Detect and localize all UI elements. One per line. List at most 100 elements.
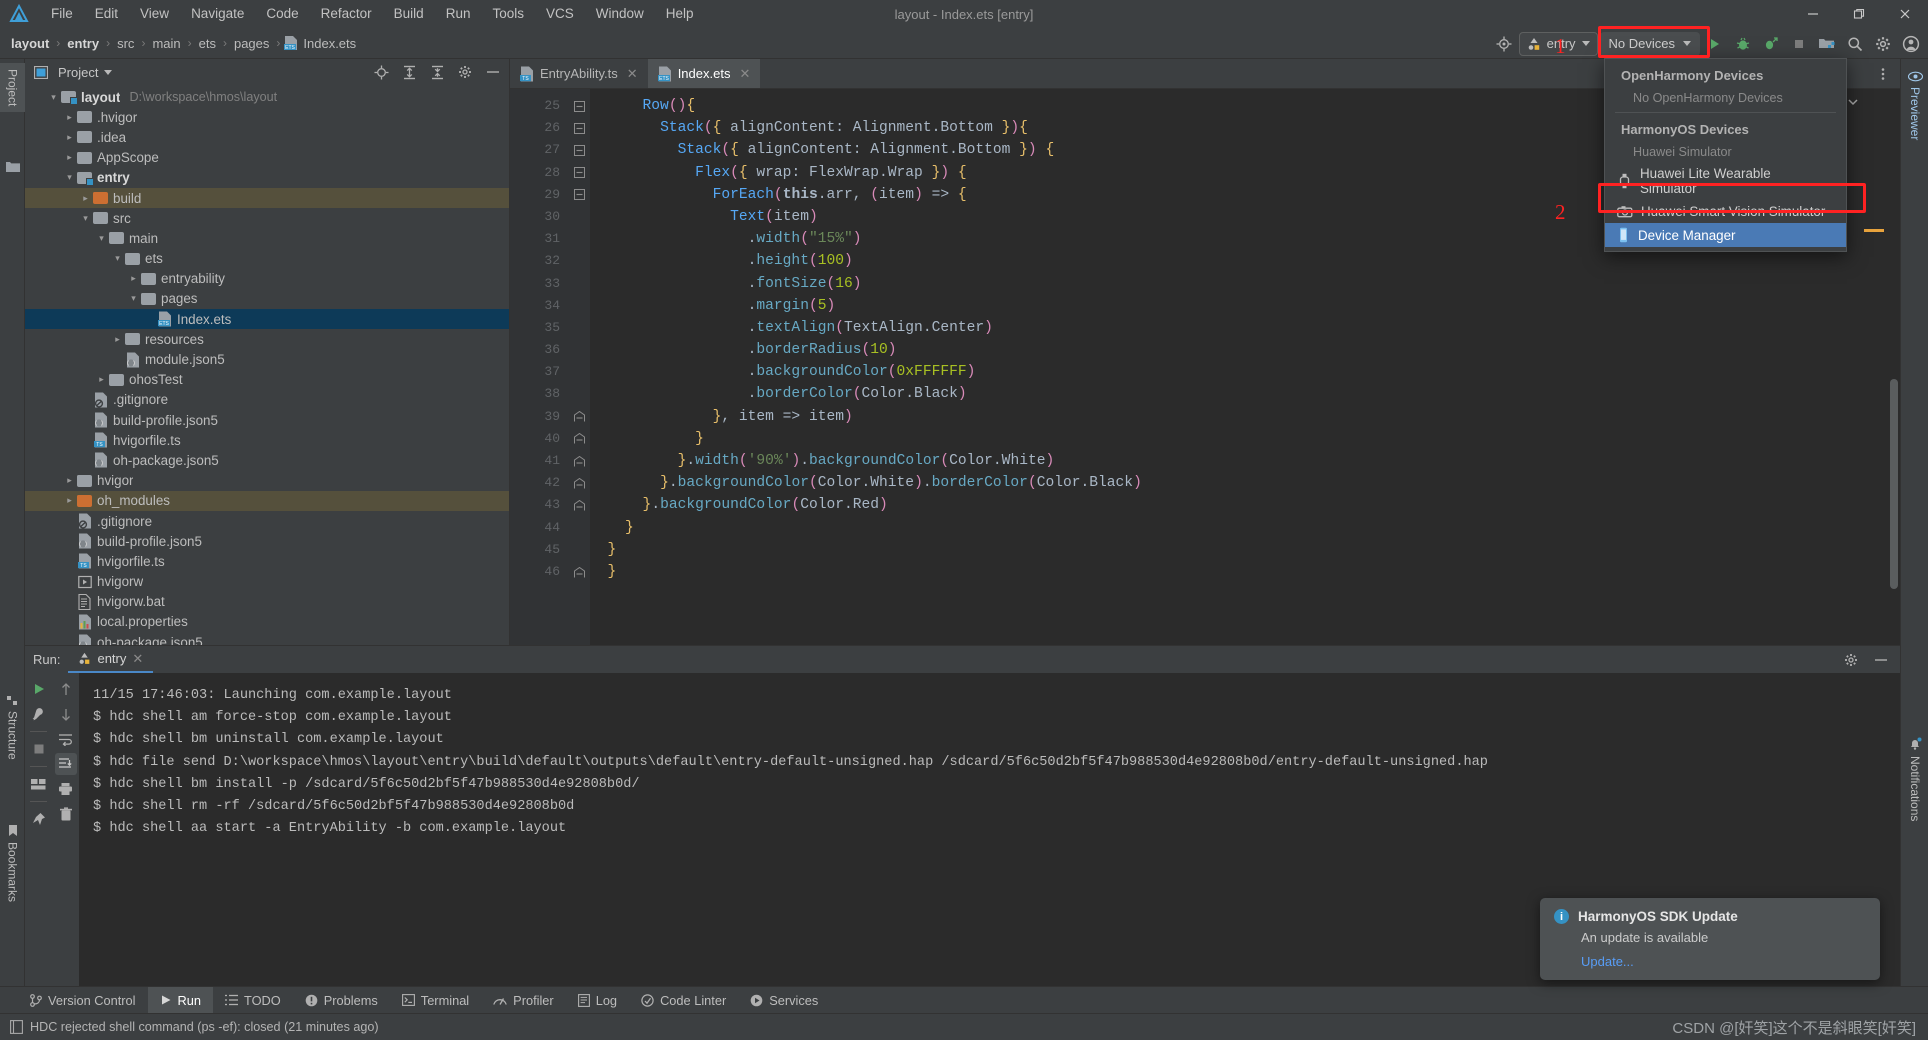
fold-marker-icon[interactable] <box>568 450 590 472</box>
rail-item-notifications[interactable]: Notifications <box>1901 731 1928 827</box>
dropdown-item-device-manager[interactable]: Device Manager <box>1605 223 1846 247</box>
soft-wrap-icon[interactable] <box>55 728 77 750</box>
menu-build[interactable]: Build <box>383 0 435 28</box>
tree-node-local-properties[interactable]: local.properties <box>25 612 509 632</box>
menu-navigate[interactable]: Navigate <box>180 0 255 28</box>
hide-panel-icon[interactable] <box>1868 647 1894 673</box>
tree-node-oh-package-json5[interactable]: oh-package.json5 <box>25 450 509 470</box>
stop-icon[interactable] <box>28 738 50 760</box>
fold-marker-icon[interactable] <box>568 95 590 117</box>
gear-icon[interactable] <box>1870 31 1896 57</box>
tree-node-hvigorfile-ts[interactable]: TS hvigorfile.ts <box>25 551 509 571</box>
code-line[interactable]: .backgroundColor(0xFFFFFF) <box>590 361 1900 383</box>
tree-node-entry[interactable]: ▾ entry <box>25 168 509 188</box>
code-line[interactable]: } <box>590 561 1900 583</box>
tree-node-resources[interactable]: ▸ resources <box>25 329 509 349</box>
tool-strip-code-linter[interactable]: Code Linter <box>629 987 738 1014</box>
device-dropdown-menu[interactable]: OpenHarmony Devices No OpenHarmony Devic… <box>1604 58 1847 252</box>
tool-strip-log[interactable]: Log <box>566 987 629 1014</box>
scrollbar-thumb[interactable] <box>1890 379 1898 589</box>
breadcrumb-main[interactable]: main <box>149 36 183 51</box>
tree-node-hvigorfile-ts[interactable]: TS hvigorfile.ts <box>25 430 509 450</box>
search-icon[interactable] <box>1842 31 1868 57</box>
minimize-button[interactable] <box>1790 0 1836 28</box>
pin-icon[interactable] <box>28 808 50 830</box>
tool-strip-run[interactable]: Run <box>147 986 213 1014</box>
tree-node-appscope[interactable]: ▸ AppScope <box>25 148 509 168</box>
fold-marker-icon[interactable] <box>568 139 590 161</box>
chevron-right-icon[interactable]: ▸ <box>95 373 108 386</box>
up-arrow-icon[interactable] <box>55 678 77 700</box>
chevron-right-icon[interactable]: ▸ <box>127 272 140 285</box>
device-manager-icon[interactable] <box>1814 31 1840 57</box>
hide-panel-icon[interactable] <box>482 61 504 83</box>
tool-strip-version-control[interactable]: Version Control <box>18 987 148 1014</box>
breadcrumb-ets[interactable]: ets <box>196 36 219 51</box>
code-line[interactable]: .height(100) <box>590 250 1900 272</box>
debug-icon[interactable] <box>1730 31 1756 57</box>
tree-node-ohostest[interactable]: ▸ ohosTest <box>25 370 509 390</box>
device-selector[interactable]: No Devices <box>1599 31 1700 56</box>
warning-stripe-marker[interactable] <box>1864 229 1884 232</box>
chevron-right-icon[interactable]: ▸ <box>63 474 76 487</box>
tree-node--gitignore[interactable]: .gitignore <box>25 511 509 531</box>
code-line[interactable]: } <box>590 539 1900 561</box>
breadcrumb-src[interactable]: src <box>114 36 137 51</box>
dropdown-item-smart-vision-simulator[interactable]: Huawei Smart Vision Simulator <box>1605 200 1846 223</box>
rail-item-structure[interactable]: Structure <box>0 689 25 766</box>
close-tab-icon[interactable]: ✕ <box>739 66 750 82</box>
tree-node-oh-modules[interactable]: ▸ oh_modules <box>25 490 509 511</box>
menu-view[interactable]: View <box>129 0 180 28</box>
tree-node-build-profile-json5[interactable]: build-profile.json5 <box>25 531 509 551</box>
code-line[interactable]: .textAlign(TextAlign.Center) <box>590 317 1900 339</box>
tree-node-entryability[interactable]: ▸ entryability <box>25 269 509 289</box>
tree-node-hvigorw-bat[interactable]: hvigorw.bat <box>25 592 509 612</box>
tool-strip-terminal[interactable]: Terminal <box>390 987 481 1014</box>
chevron-down-icon[interactable]: ▾ <box>111 252 124 265</box>
tool-strip-profiler[interactable]: Profiler <box>481 987 566 1014</box>
tree-node-build-profile-json5[interactable]: build-profile.json5 <box>25 410 509 430</box>
chevron-down-icon[interactable] <box>104 69 113 75</box>
chevron-down-icon[interactable]: ▾ <box>127 292 140 305</box>
notification-popup[interactable]: i HarmonyOS SDK Update An update is avai… <box>1540 898 1880 980</box>
rail-icon-folder[interactable] <box>0 155 25 179</box>
fold-marker-icon[interactable] <box>568 472 590 494</box>
tree-node-module-json5[interactable]: module.json5 <box>25 349 509 369</box>
trash-icon[interactable] <box>55 803 77 825</box>
code-line[interactable]: }.backgroundColor(Color.Red) <box>590 494 1900 516</box>
down-arrow-icon[interactable] <box>55 703 77 725</box>
tool-strip-services[interactable]: Services <box>738 987 830 1014</box>
dropdown-item-lite-wearable-simulator[interactable]: Huawei Lite Wearable Simulator <box>1605 162 1846 200</box>
rail-item-project[interactable]: Project <box>0 63 25 113</box>
run-icon[interactable] <box>1702 31 1728 57</box>
close-button[interactable] <box>1882 0 1928 28</box>
menu-window[interactable]: Window <box>585 0 655 28</box>
expand-all-icon[interactable] <box>398 61 420 83</box>
chevron-down-icon[interactable]: ▾ <box>95 232 108 245</box>
chevron-down-icon[interactable]: ▾ <box>47 91 60 104</box>
rail-item-previewer[interactable]: Previewer <box>1901 65 1928 146</box>
tree-node-src[interactable]: ▾ src <box>25 208 509 228</box>
tree-node--gitignore[interactable]: .gitignore <box>25 390 509 410</box>
scroll-to-end-icon[interactable] <box>54 753 77 775</box>
tree-node-hvigor[interactable]: ▸ hvigor <box>25 471 509 491</box>
menu-code[interactable]: Code <box>255 0 309 28</box>
tree-node-ets[interactable]: ▾ ets <box>25 249 509 269</box>
gear-icon[interactable] <box>1838 647 1864 673</box>
account-icon[interactable] <box>1898 31 1924 57</box>
menu-help[interactable]: Help <box>655 0 705 28</box>
fold-marker-icon[interactable] <box>568 561 590 583</box>
run-tab-entry[interactable]: entry ✕ <box>68 646 154 673</box>
code-line[interactable]: }, item => item) <box>590 406 1900 428</box>
menu-edit[interactable]: Edit <box>84 0 129 28</box>
rail-item-bookmarks[interactable]: Bookmarks <box>0 819 25 908</box>
breadcrumb-layout[interactable]: layout <box>8 36 52 51</box>
target-icon[interactable] <box>1491 31 1517 57</box>
chevron-right-icon[interactable]: ▸ <box>111 333 124 346</box>
next-problem-icon[interactable] <box>1846 95 1860 109</box>
profile-icon[interactable] <box>1758 31 1784 57</box>
fold-marker-icon[interactable] <box>568 117 590 139</box>
menu-file[interactable]: File <box>40 0 84 28</box>
tool-strip-problems[interactable]: Problems <box>293 987 390 1014</box>
breadcrumb-file[interactable]: ETS Index.ets <box>284 35 356 51</box>
